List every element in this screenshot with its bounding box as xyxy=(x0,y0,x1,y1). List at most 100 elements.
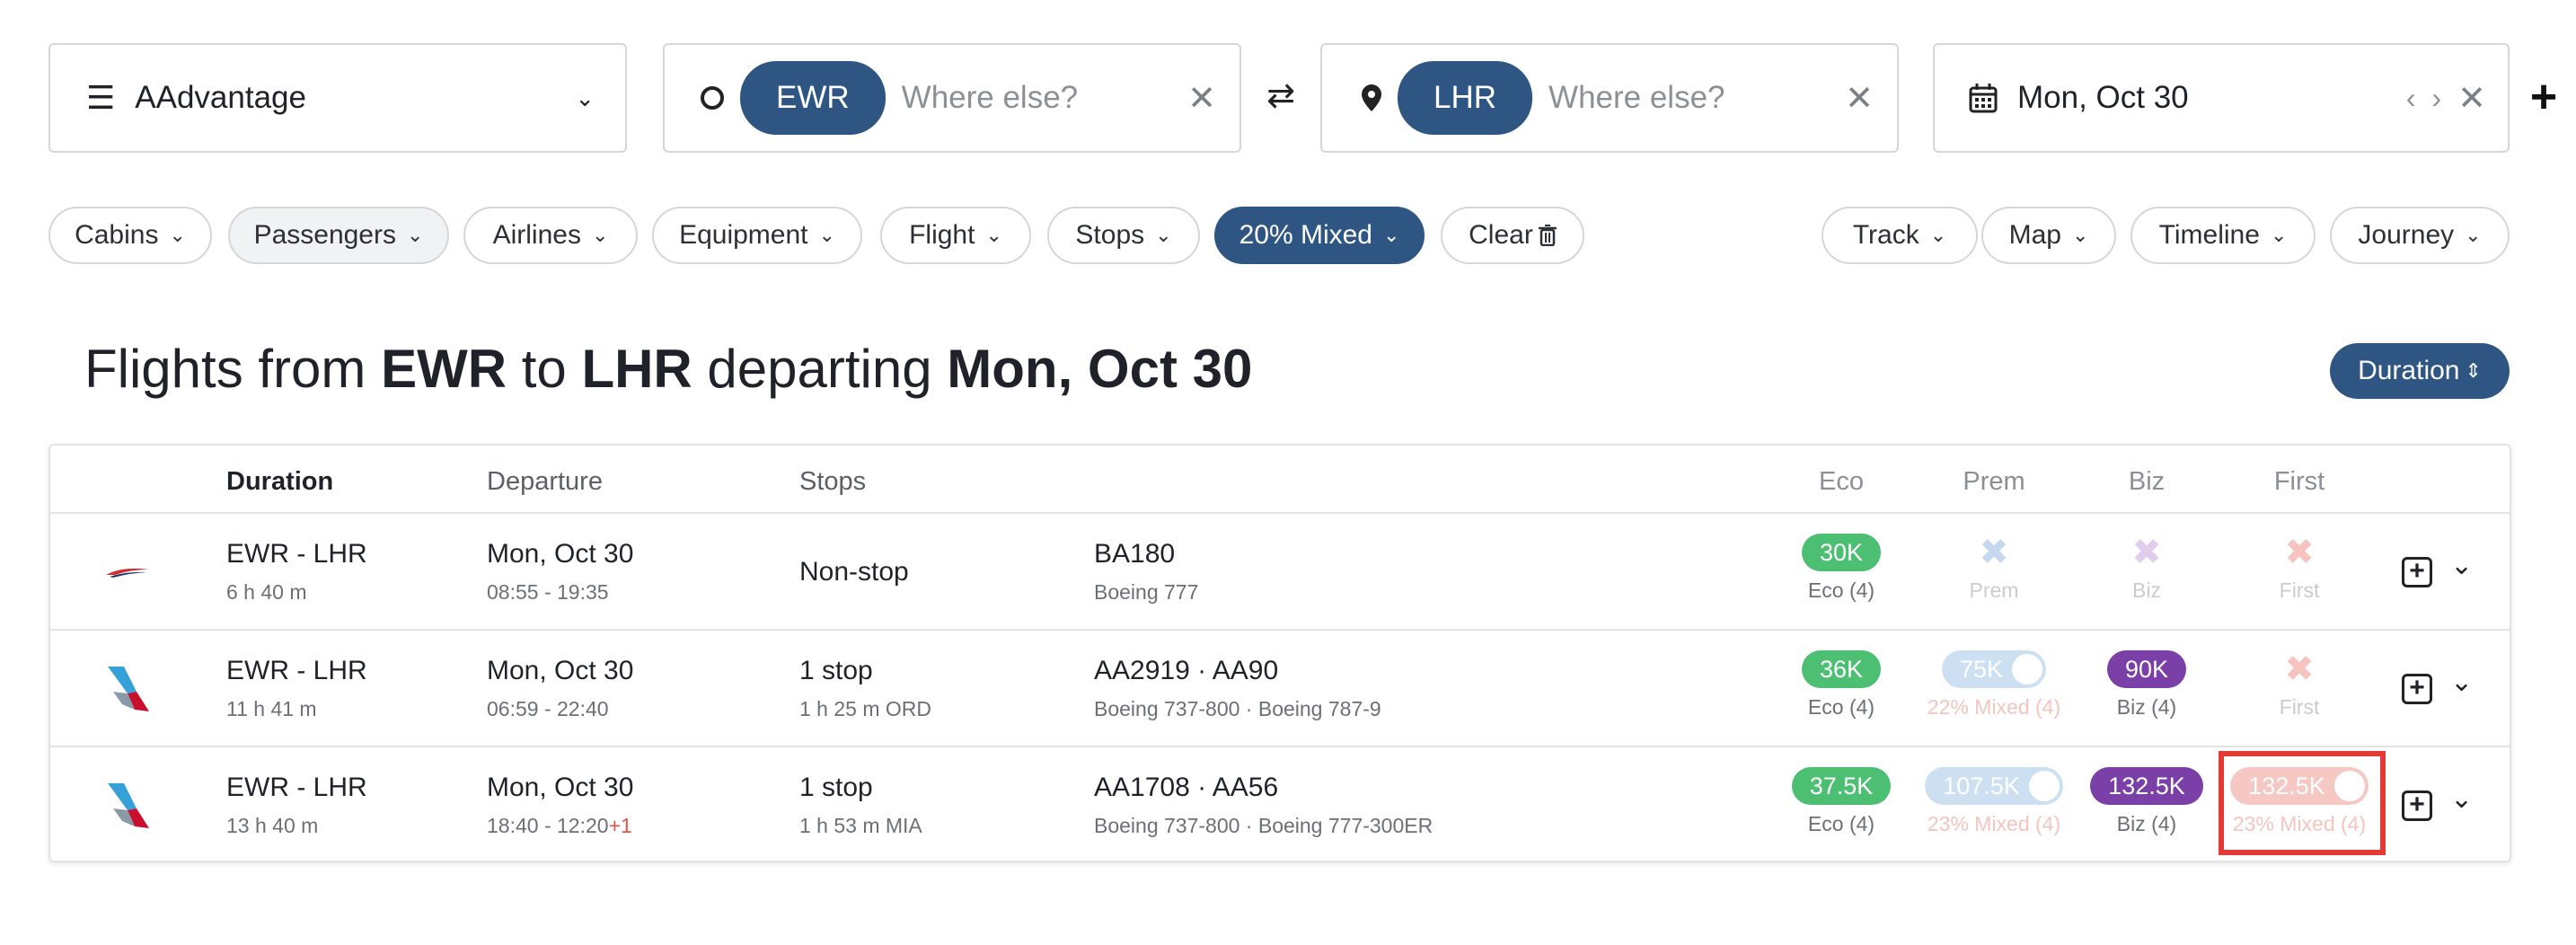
award-eco[interactable]: 30K Eco (4) xyxy=(1765,534,1918,603)
add-flight-icon[interactable]: + xyxy=(2402,790,2432,821)
origin-code-pill[interactable]: EWR xyxy=(740,61,886,135)
mixed-cabin-filter[interactable]: 20% Mixed ⌄ xyxy=(1214,207,1425,264)
award-eco[interactable]: 37.5K Eco (4) xyxy=(1765,767,1918,836)
passengers-filter[interactable]: Passengers ⌄ xyxy=(228,207,449,264)
aircraft: Boeing 777 xyxy=(1094,580,1199,604)
award-label: Prem xyxy=(1969,578,2019,602)
prev-date-icon[interactable]: ‹ xyxy=(2406,82,2425,115)
chevron-down-icon: ⌄ xyxy=(591,224,609,246)
stops-filter[interactable]: Stops ⌄ xyxy=(1047,207,1200,264)
origin-circle-icon xyxy=(701,86,724,110)
award-label: 22% Mixed (4) xyxy=(1927,695,2061,719)
clear-date-icon[interactable]: ✕ xyxy=(2457,78,2486,119)
table-row[interactable]: EWR - LHR 6 h 40 m Mon, Oct 30 08:55 - 1… xyxy=(50,512,2510,631)
equipment-filter[interactable]: Equipment ⌄ xyxy=(652,207,862,264)
highlight-box xyxy=(2219,751,2386,855)
aircraft: Boeing 737-800 · Boeing 777-300ER xyxy=(1094,814,1434,837)
journey-filter[interactable]: Journey ⌄ xyxy=(2330,207,2510,264)
map-filter[interactable]: Map ⌄ xyxy=(1981,207,2116,264)
airlines-filter[interactable]: Airlines ⌄ xyxy=(463,207,638,264)
table-row[interactable]: EWR - LHR 13 h 40 m Mon, Oct 30 18:40 - … xyxy=(50,746,2510,864)
chevron-down-icon: ⌄ xyxy=(2071,224,2089,246)
column-header-first[interactable]: First xyxy=(2274,467,2325,497)
destination-search-input[interactable]: Where else? xyxy=(1548,80,1845,116)
award-price: 107.5K xyxy=(1943,773,2020,799)
date-field[interactable]: Mon, Oct 30 ‹ › ✕ xyxy=(1933,43,2510,153)
destination-code-pill[interactable]: LHR xyxy=(1398,61,1533,135)
sort-label: Duration xyxy=(2358,356,2460,385)
table-row[interactable]: EWR - LHR 11 h 41 m Mon, Oct 30 06:59 - … xyxy=(50,629,2510,747)
flights-table: Duration Departure Stops Eco Prem Biz Fi… xyxy=(49,444,2511,862)
flight-numbers: AA1708 · AA56 xyxy=(1094,773,1279,802)
route: EWR - LHR xyxy=(226,539,367,569)
origin-search-input[interactable]: Where else? xyxy=(902,80,1188,116)
duration: 13 h 40 m xyxy=(226,814,319,837)
add-flight-icon[interactable]: + xyxy=(2402,674,2432,704)
column-header-departure[interactable]: Departure xyxy=(487,467,603,497)
departure-times: 08:55 - 19:35 xyxy=(487,580,609,604)
award-prem[interactable]: 75K 22% Mixed (4) xyxy=(1918,650,2070,720)
chevron-down-icon: ⌄ xyxy=(985,224,1002,246)
origin-field[interactable]: EWR Where else? ✕ xyxy=(663,43,1241,153)
chevron-down-icon[interactable]: ⌄ xyxy=(2450,667,2473,698)
chip-label: Cabins xyxy=(75,220,159,250)
title-departing: departing xyxy=(707,339,932,399)
column-header-biz[interactable]: Biz xyxy=(2129,467,2165,497)
award-biz[interactable]: 132.5K Biz (4) xyxy=(2070,767,2223,836)
unavailable-icon: ✖ xyxy=(1979,533,2009,572)
british-airways-logo xyxy=(106,568,149,578)
award-biz: ✖ Biz xyxy=(2070,534,2223,603)
clear-origin-icon[interactable]: ✕ xyxy=(1187,78,1216,119)
next-date-icon[interactable]: › xyxy=(2432,82,2451,115)
program-label: AAdvantage xyxy=(135,80,306,115)
column-header-stops[interactable]: Stops xyxy=(799,467,866,497)
chip-label: Passengers xyxy=(253,220,396,250)
chevron-down-icon[interactable]: ⌄ xyxy=(2450,783,2473,815)
award-biz[interactable]: 90K Biz (4) xyxy=(2070,650,2223,720)
clear-filters-button[interactable]: Clear xyxy=(1441,207,1584,264)
award-price: 75K xyxy=(1959,656,2004,683)
aircraft: Boeing 737-800 · Boeing 787-9 xyxy=(1094,697,1381,720)
column-header-eco[interactable]: Eco xyxy=(1819,467,1864,497)
award-first: ✖ First xyxy=(2223,650,2376,720)
chevron-down-icon: ⌄ xyxy=(1929,224,1947,246)
award-eco[interactable]: 36K Eco (4) xyxy=(1765,650,1918,720)
stop-detail: 1 h 25 m ORD xyxy=(799,697,931,720)
award-label: Eco (4) xyxy=(1807,695,1875,719)
add-flight-icon[interactable]: + xyxy=(2402,557,2432,587)
day-offset: +1 xyxy=(608,814,632,837)
chip-label: Stops xyxy=(1075,220,1145,250)
menu-icon: ☰ xyxy=(86,79,116,116)
duration: 6 h 40 m xyxy=(226,580,307,604)
chevron-down-icon: ⌄ xyxy=(575,84,595,111)
mixed-cabin-icon xyxy=(2012,654,2043,684)
swap-icon[interactable]: ⇄ xyxy=(1259,74,1302,117)
title-destination: LHR xyxy=(581,339,693,399)
award-label: 23% Mixed (4) xyxy=(1927,812,2061,835)
timeline-filter[interactable]: Timeline ⌄ xyxy=(2130,207,2316,264)
cabins-filter[interactable]: Cabins ⌄ xyxy=(49,207,212,264)
departure-date: Mon, Oct 30 xyxy=(487,656,634,685)
location-pin-icon xyxy=(1362,84,1381,111)
award-label: Biz (4) xyxy=(2116,695,2177,719)
column-header-prem[interactable]: Prem xyxy=(1963,467,2025,497)
clear-destination-icon[interactable]: ✕ xyxy=(1845,78,1874,119)
program-select[interactable]: ☰ AAdvantage ⌄ xyxy=(49,43,627,153)
award-label: Eco (4) xyxy=(1807,812,1875,835)
stop-detail: 1 h 53 m MIA xyxy=(799,814,922,837)
destination-field[interactable]: LHR Where else? ✕ xyxy=(1320,43,1899,153)
add-segment-icon[interactable]: + xyxy=(2522,70,2565,124)
stops: 1 stop xyxy=(799,773,873,802)
chevron-down-icon[interactable]: ⌄ xyxy=(2450,550,2473,581)
title-to: to xyxy=(521,339,567,399)
flight-numbers: AA2919 · AA90 xyxy=(1094,656,1279,685)
track-filter[interactable]: Track ⌄ xyxy=(1822,207,1978,264)
award-prem[interactable]: 107.5K 23% Mixed (4) xyxy=(1918,767,2070,836)
chip-label: Track xyxy=(1852,220,1919,250)
column-header-duration[interactable]: Duration xyxy=(226,467,333,497)
stops: 1 stop xyxy=(799,656,873,685)
flight-filter[interactable]: Flight ⌄ xyxy=(880,207,1031,264)
sort-duration-button[interactable]: Duration ⇕ xyxy=(2330,343,2510,399)
trash-icon xyxy=(1538,225,1557,246)
chip-label: Airlines xyxy=(492,220,581,250)
